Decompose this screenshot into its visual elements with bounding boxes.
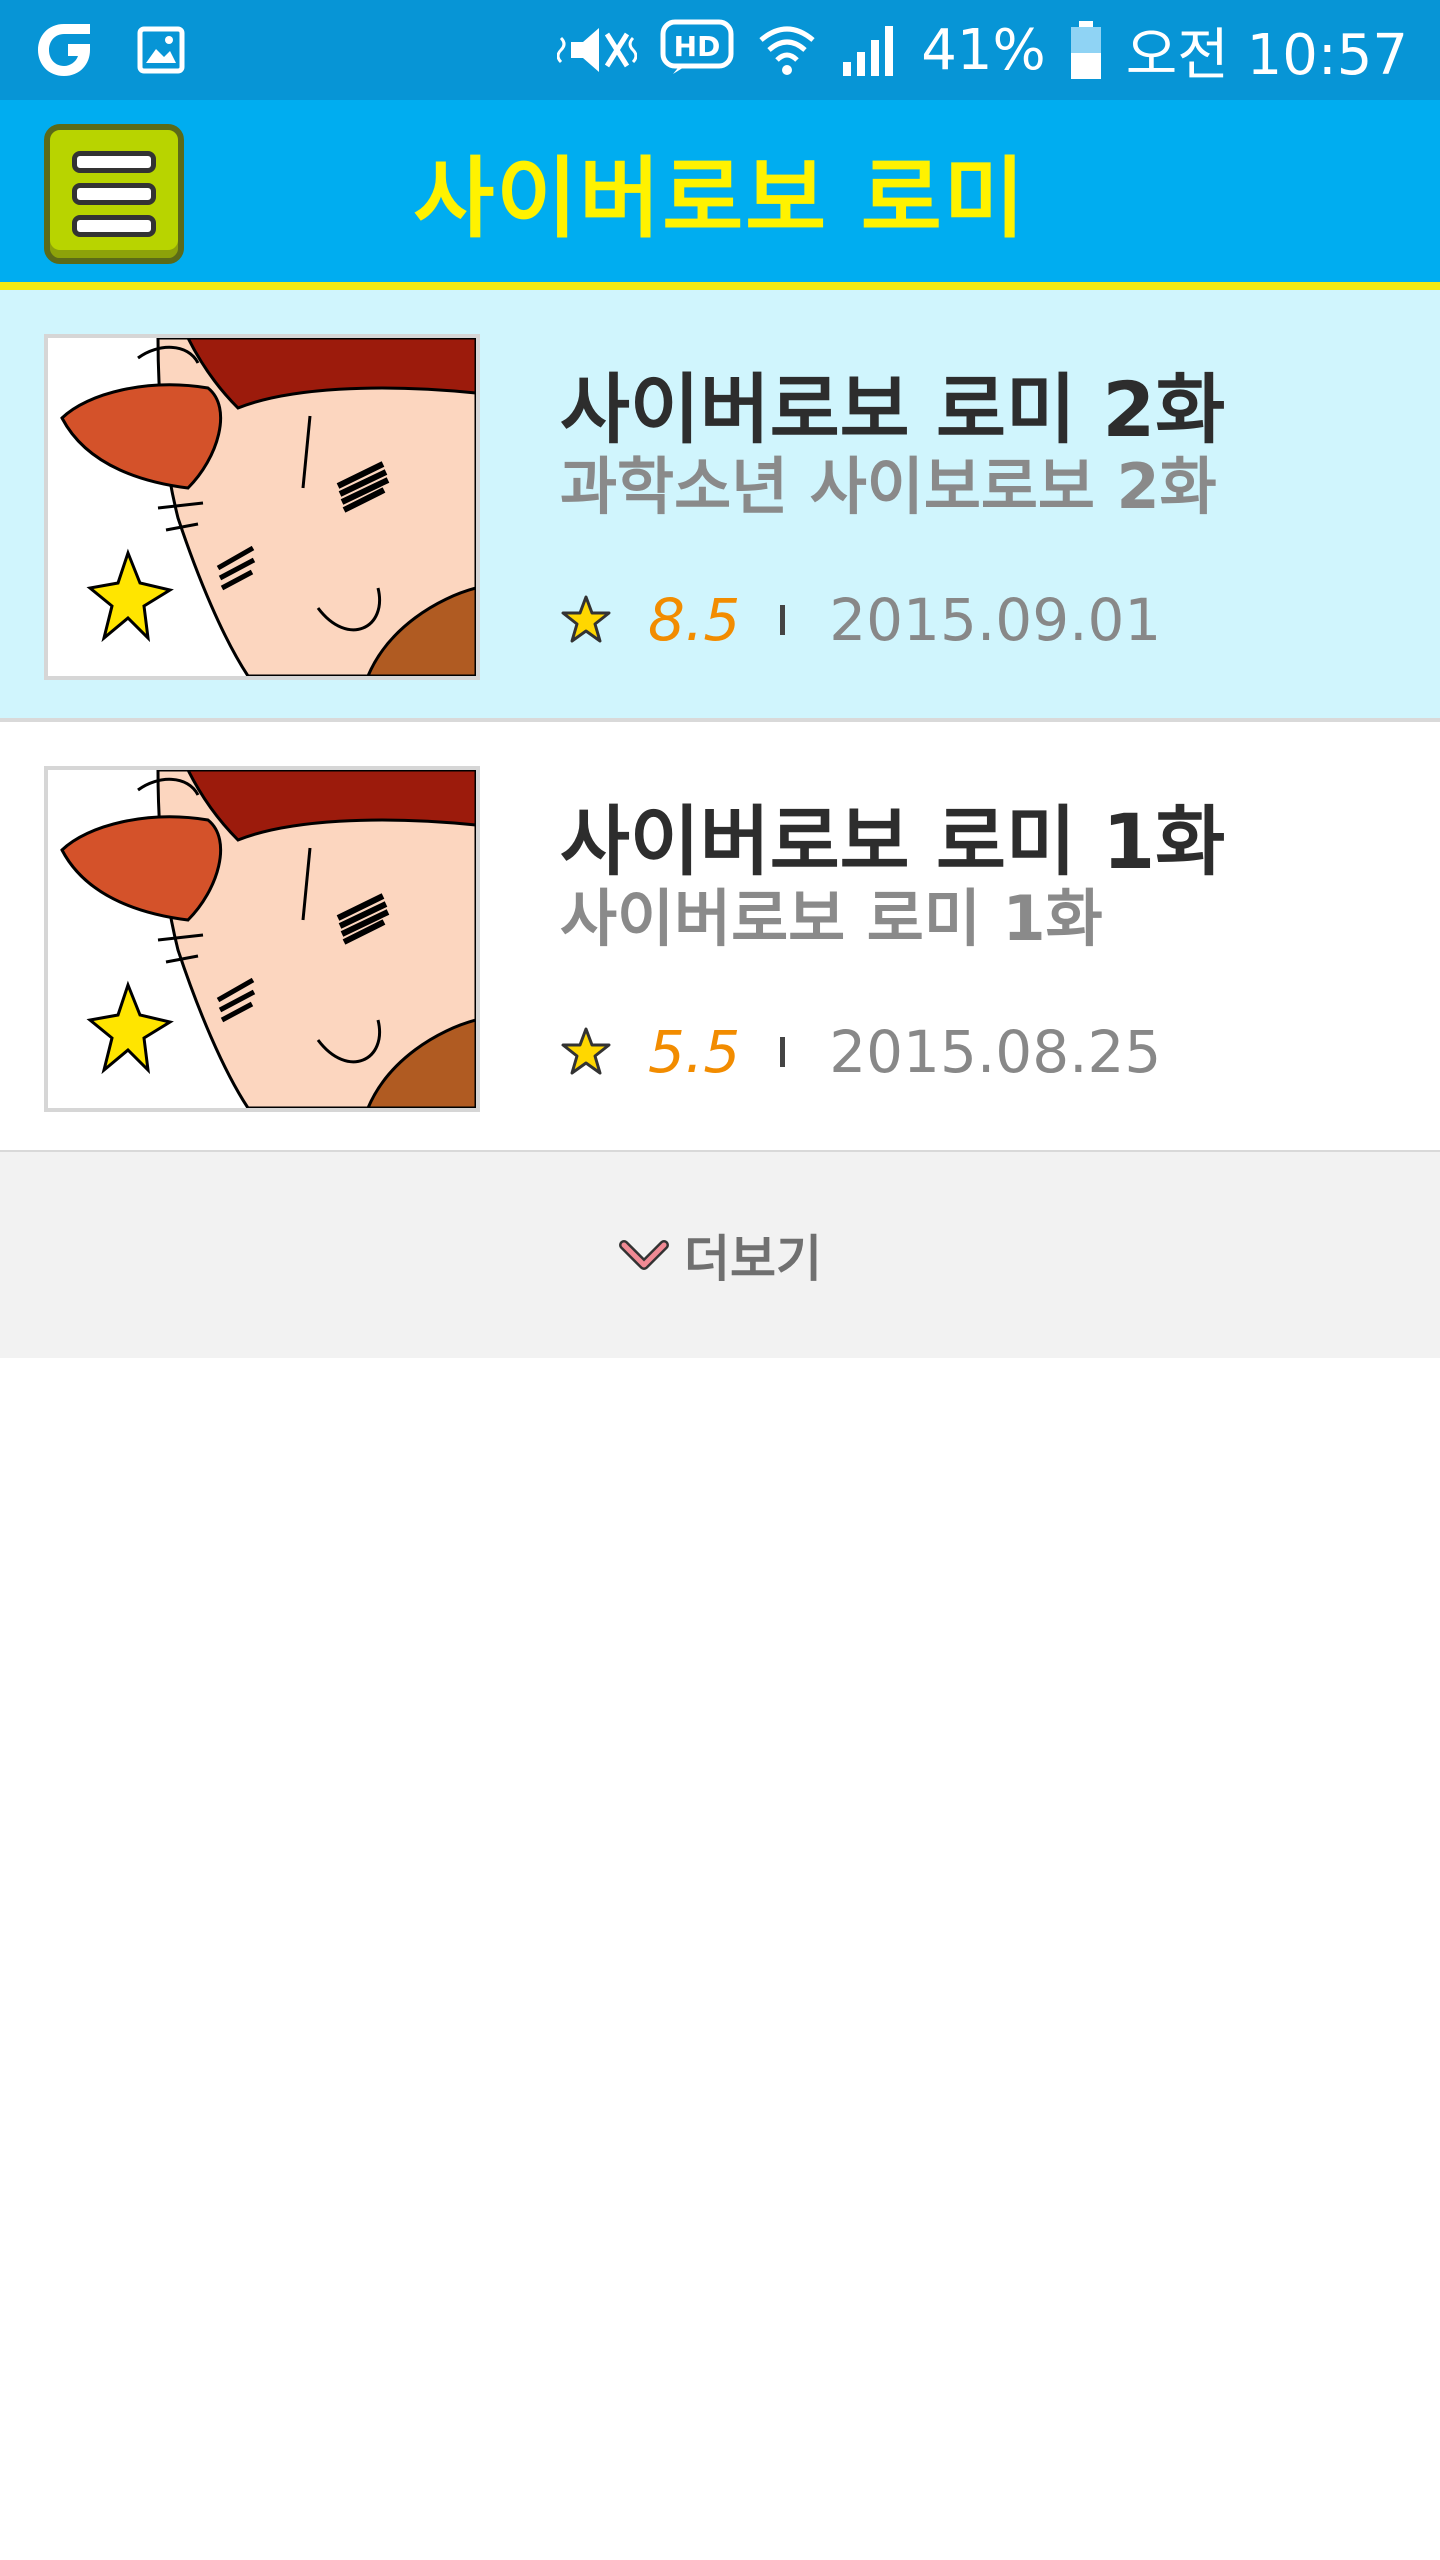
hamburger-menu-bar [72, 183, 156, 205]
mute-icon [557, 20, 638, 80]
episode-meta: 8.5 2015.09.01 [560, 580, 1161, 660]
status-bar: HD 41% 오전 10:57 [0, 0, 1440, 100]
episode-meta: 5.5 2015.08.25 [560, 1012, 1161, 1092]
clock: 오전 10:57 [1125, 22, 1408, 88]
star-icon [561, 1027, 611, 1075]
hamburger-menu-bar [72, 215, 156, 237]
app-header: 사이버로보 로미 [0, 100, 1440, 290]
episode-thumbnail [44, 334, 480, 680]
signal-icon [839, 22, 899, 78]
battery-icon [1068, 19, 1104, 81]
svg-text:HD: HD [674, 30, 721, 63]
episode-date: 2015.08.25 [829, 1018, 1162, 1086]
episode-thumbnail [44, 766, 480, 1112]
episode-subtitle: 사이버로보 로미 1화 [560, 882, 1103, 955]
carrier-icon [32, 18, 96, 82]
chevron-down-icon [619, 1240, 669, 1270]
menu-button[interactable] [44, 124, 184, 264]
episode-date: 2015.09.01 [829, 586, 1162, 654]
more-label: 더보기 [684, 1230, 822, 1288]
battery-percent: 41% [921, 17, 1046, 83]
page-title: 사이버로보 로미 [413, 146, 1027, 250]
episode-rating: 8.5 [648, 586, 741, 654]
episode-rating: 5.5 [648, 1018, 741, 1086]
divider [780, 1037, 786, 1067]
episode-list: 사이버로보 로미 2화 과학소년 사이보로보 2화 8.5 2015.09.01 [0, 290, 1440, 1154]
episode-subtitle: 과학소년 사이보로보 2화 [560, 450, 1217, 523]
wifi-icon [757, 20, 817, 80]
more-button[interactable]: 더보기 [0, 1152, 1440, 1358]
divider [780, 605, 786, 635]
gallery-icon [136, 25, 186, 75]
episode-item[interactable]: 사이버로보 로미 1화 사이버로보 로미 1화 5.5 2015.08.25 [0, 722, 1440, 1154]
episode-item[interactable]: 사이버로보 로미 2화 과학소년 사이보로보 2화 8.5 2015.09.01 [0, 290, 1440, 722]
star-icon [561, 595, 611, 643]
hamburger-menu-icon [72, 151, 156, 173]
hd-voice-icon: HD [659, 18, 735, 82]
